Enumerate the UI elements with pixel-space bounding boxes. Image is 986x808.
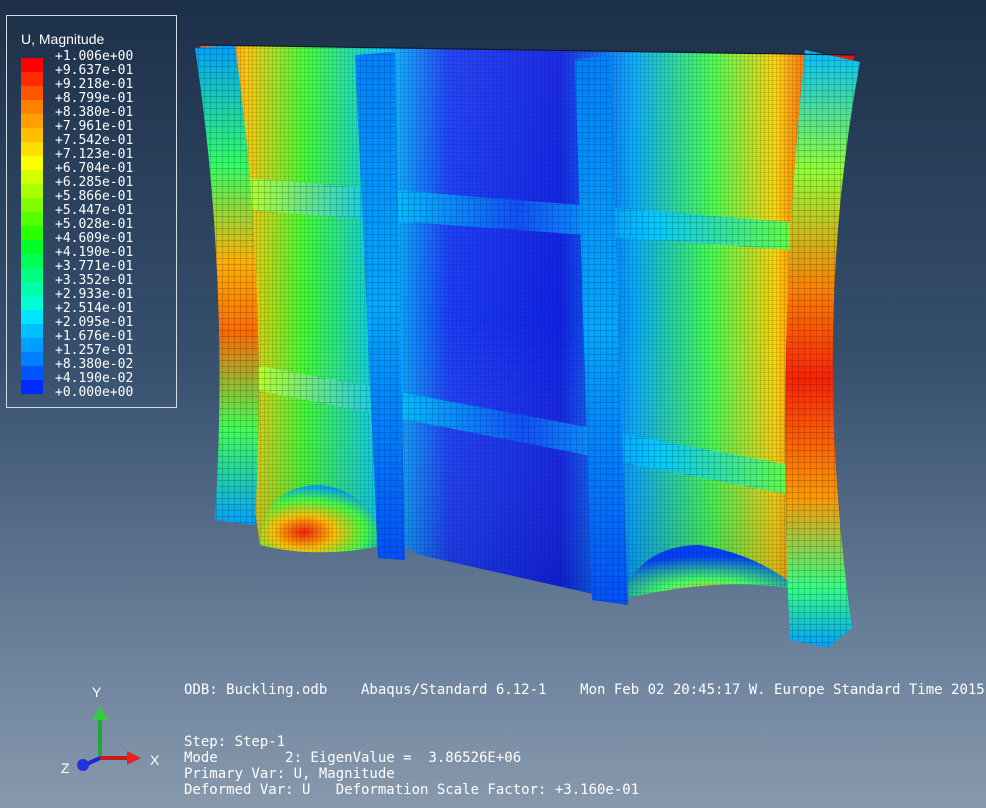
step-line: Step: Step-1 [184, 734, 286, 750]
legend-swatch [21, 142, 43, 156]
legend-value: +6.285e-01 [55, 175, 134, 190]
legend-swatch [21, 128, 43, 142]
legend-swatch [21, 338, 43, 352]
legend-value: +2.095e-01 [55, 315, 134, 330]
legend-swatch [21, 366, 43, 380]
triad-x-label: X [150, 752, 160, 768]
legend-swatch [21, 268, 43, 282]
legend-value: +0.000e+00 [55, 385, 134, 400]
legend-value: +2.514e-01 [55, 301, 134, 316]
triad-z-label: Z [61, 760, 70, 776]
legend-swatch [21, 100, 43, 114]
contour-legend[interactable]: U, Magnitude +1.006e+00 +9.637e-01 +9.218e… [6, 15, 177, 408]
legend-value: +5.447e-01 [55, 203, 134, 218]
legend-swatch [21, 86, 43, 100]
legend-swatch [21, 170, 43, 184]
legend-value: +1.676e-01 [55, 329, 134, 344]
legend-value: +3.352e-01 [55, 273, 134, 288]
legend-swatch [21, 58, 43, 72]
legend-value: +9.218e-01 [55, 77, 134, 92]
legend-swatch [21, 212, 43, 226]
legend-color-bar [21, 58, 43, 395]
legend-value: +3.771e-01 [55, 259, 134, 274]
legend-swatch [21, 324, 43, 338]
legend-swatch [21, 254, 43, 268]
viewport[interactable]: U, Magnitude +1.006e+00 +9.637e-01 +9.218e… [0, 0, 986, 808]
legend-swatch [21, 226, 43, 240]
legend-swatch [21, 198, 43, 212]
legend-swatch [21, 240, 43, 254]
legend-value: +8.380e-01 [55, 105, 134, 120]
legend-value: +6.704e-01 [55, 161, 134, 176]
legend-value: +9.637e-01 [55, 63, 134, 78]
legend-value: +4.190e-01 [55, 245, 134, 260]
legend-value: +7.961e-01 [55, 119, 134, 134]
legend-swatch [21, 296, 43, 310]
legend-swatch [21, 282, 43, 296]
legend-value: +8.799e-01 [55, 91, 134, 106]
legend-value: +7.123e-01 [55, 147, 134, 162]
legend-swatch [21, 156, 43, 170]
deformed-var-line: Deformed Var: U Deformation Scale Factor… [184, 782, 640, 798]
legend-value: +4.609e-01 [55, 231, 134, 246]
legend-value: +2.933e-01 [55, 287, 134, 302]
legend-title: U, Magnitude [21, 31, 105, 47]
legend-swatch [21, 114, 43, 128]
legend-value: +8.380e-02 [55, 357, 134, 372]
primary-var-line: Primary Var: U, Magnitude [184, 766, 395, 782]
legend-swatch [21, 184, 43, 198]
legend-value: +5.866e-01 [55, 189, 134, 204]
coordinate-triad[interactable]: Y X Z [55, 682, 175, 782]
legend-value: +5.028e-01 [55, 217, 134, 232]
mode-line: Mode 2: EigenValue = 3.86526E+06 [184, 750, 522, 766]
triad-y-label: Y [92, 684, 102, 700]
legend-value: +7.542e-01 [55, 133, 134, 148]
legend-swatch [21, 72, 43, 86]
legend-value: +4.190e-02 [55, 371, 134, 386]
odb-info-line: ODB: Buckling.odb Abaqus/Standard 6.12-1… [184, 682, 985, 698]
legend-value: +1.006e+00 [55, 49, 134, 64]
legend-swatch [21, 310, 43, 324]
legend-value: +1.257e-01 [55, 343, 134, 358]
legend-swatch [21, 380, 43, 394]
legend-swatch [21, 352, 43, 366]
